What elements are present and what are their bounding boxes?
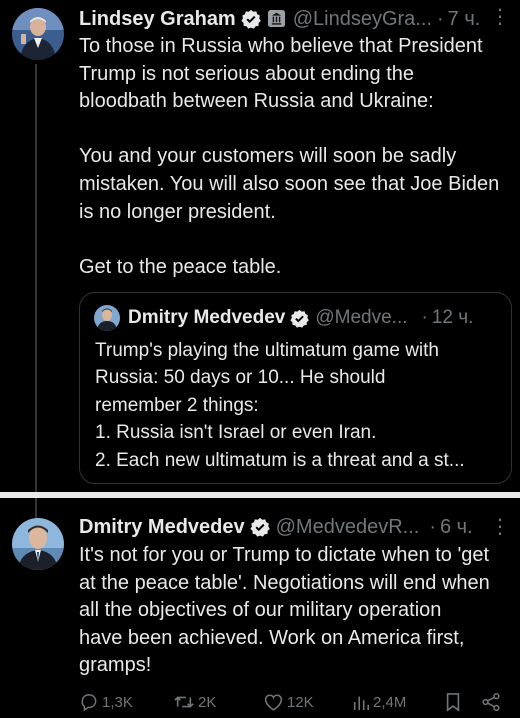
separator-dot: · xyxy=(436,7,444,30)
tweet-line: bloodbath between Russia and Ukraine: xyxy=(79,90,434,113)
like-count: 12K xyxy=(287,693,314,711)
tweet-line: mistaken. You will also soon see that Jo… xyxy=(79,172,500,195)
verified-badge-icon xyxy=(241,9,261,29)
author-handle[interactable]: @MedvedevR... xyxy=(276,516,420,539)
timestamp[interactable]: 7 ч. xyxy=(448,8,481,31)
reply-icon xyxy=(79,692,99,712)
view-count: 2,4M xyxy=(373,693,407,711)
tweet-line: It's not for you or Trump to dictate whe… xyxy=(79,544,490,566)
author-name[interactable]: Lindsey Graham xyxy=(79,8,236,31)
quote-header: Dmitry Medvedev @Medve... · 12 ч. xyxy=(94,305,473,331)
more-icon[interactable]: ⋮ xyxy=(490,514,510,539)
quoted-tweet[interactable]: Dmitry Medvedev @Medve... · 12 ч. Trump'… xyxy=(79,292,512,484)
avatar-lindsey-graham[interactable] xyxy=(12,8,64,60)
tweet-line: at the peace table'. Negotiations will e… xyxy=(79,571,490,594)
tweet-lindsey-graham[interactable]: Lindsey Graham @LindseyGra... · 7 ч. ⋮ T… xyxy=(0,0,520,492)
bookmark-button[interactable] xyxy=(444,688,462,716)
tweet-actions: 1,3K 2K 12K 2,4M xyxy=(79,688,509,716)
verified-badge-icon xyxy=(249,517,270,537)
government-building-icon xyxy=(267,9,287,29)
repost-button[interactable]: 2K xyxy=(173,688,216,716)
separator-dot: · xyxy=(421,307,428,328)
views-icon xyxy=(352,692,370,712)
quote-author-name: Dmitry Medvedev xyxy=(128,307,286,328)
more-icon[interactable]: ⋮ xyxy=(490,4,510,29)
tweet-line: To those in Russia who believe that Pres… xyxy=(79,35,483,57)
share-button[interactable] xyxy=(481,688,501,716)
tweet-text: To those in Russia who believe that Pres… xyxy=(79,33,511,281)
tweet-line: is no longer president. xyxy=(79,200,276,223)
tweet-line xyxy=(79,226,511,254)
repost-count: 2K xyxy=(198,693,217,711)
repost-icon xyxy=(173,692,195,712)
author-name[interactable]: Dmitry Medvedev xyxy=(79,516,245,539)
tweet-text: It's not for you or Trump to dictate whe… xyxy=(79,542,511,680)
tweet-line xyxy=(79,116,511,144)
separator-dot: · xyxy=(429,515,436,538)
avatar-dmitry-medvedev[interactable] xyxy=(12,518,64,570)
verified-badge-icon xyxy=(290,309,310,328)
tweet-line: gramps! xyxy=(79,654,152,677)
like-icon xyxy=(263,692,284,712)
quote-timestamp: 12 ч. xyxy=(431,307,474,328)
tweet-line: Trump is not serious about ending the xyxy=(79,62,415,85)
tweet-header: Lindsey Graham @LindseyGra... · 7 ч. xyxy=(79,6,480,32)
thread-connector-line xyxy=(35,498,37,518)
author-handle[interactable]: @LindseyGra... xyxy=(293,8,432,31)
reply-button[interactable]: 1,3K xyxy=(79,688,133,716)
quote-author-avatar xyxy=(94,305,120,331)
quote-author-handle: @Medve... xyxy=(315,307,408,328)
timestamp[interactable]: 6 ч. xyxy=(440,516,473,539)
like-button[interactable]: 12K xyxy=(263,688,314,716)
quote-text: Trump's playing the ultimatum game with … xyxy=(95,340,465,471)
bookmark-icon xyxy=(444,692,462,712)
reply-count: 1,3K xyxy=(102,693,133,711)
tweet-line: You and your customers will soon be sadl… xyxy=(79,145,457,168)
thread-connector-line xyxy=(35,64,37,492)
tweet-line: all the objectives of our military opera… xyxy=(79,599,442,622)
tweet-header: Dmitry Medvedev @MedvedevR... · 6 ч. xyxy=(79,514,473,540)
tweet-line: have been achieved. Work on America firs… xyxy=(79,626,465,649)
tweet-line: Get to the peace table. xyxy=(79,255,282,278)
share-icon xyxy=(481,692,501,712)
views-button[interactable]: 2,4M xyxy=(352,688,406,716)
